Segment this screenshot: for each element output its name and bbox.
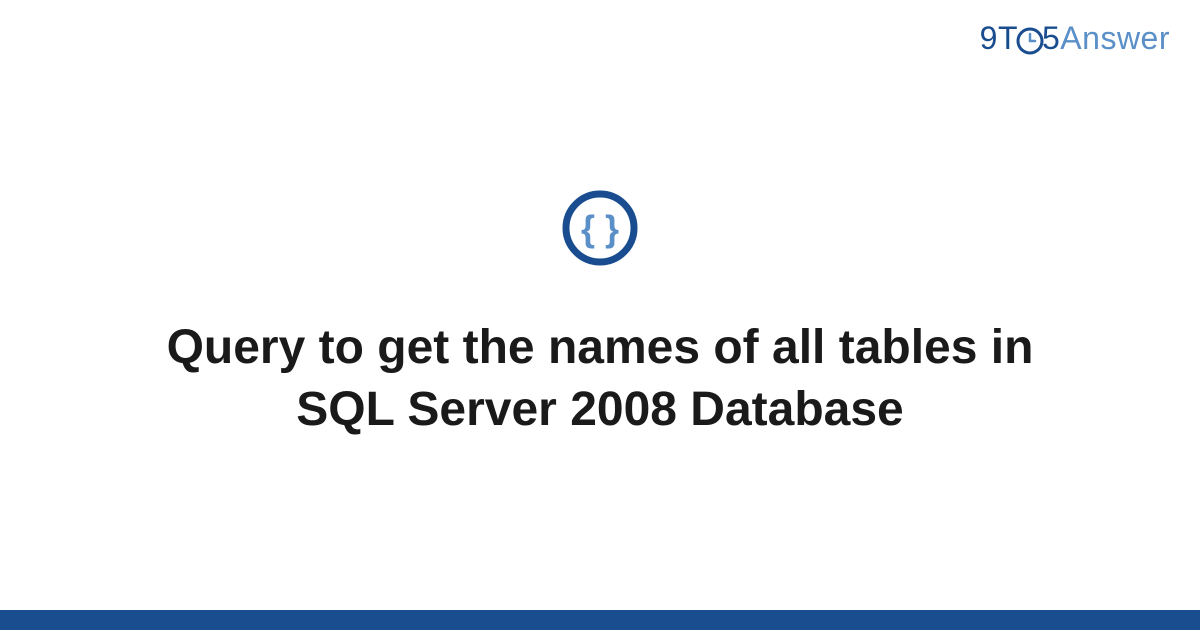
main-content: { } Query to get the names of all tables… [0, 0, 1200, 610]
svg-text:{ }: { } [581, 208, 619, 249]
question-title: Query to get the names of all tables in … [150, 317, 1050, 442]
code-braces-icon: { } [561, 189, 639, 267]
footer-bar [0, 610, 1200, 630]
category-icon-wrapper: { } [561, 189, 639, 272]
